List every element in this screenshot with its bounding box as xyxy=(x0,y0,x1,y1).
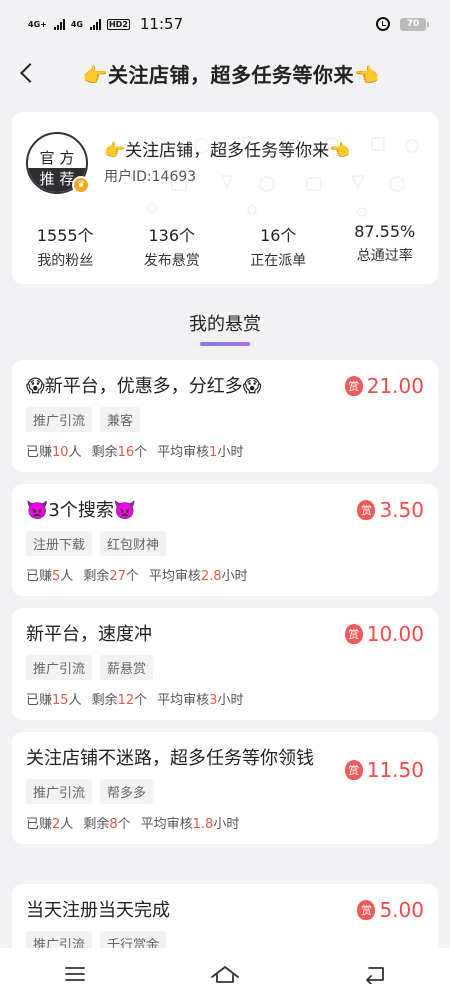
task-title: 新平台，速度冲 xyxy=(26,624,152,645)
hd-voice-icon: HD2 xyxy=(106,18,130,30)
task-tag: 推广引流 xyxy=(26,779,93,804)
task-tag: 注册下载 xyxy=(26,531,93,556)
battery-icon: 70 xyxy=(400,17,429,31)
task-tags: 注册下载 红包财神 xyxy=(26,531,424,556)
stat-label: 我的粉丝 xyxy=(37,253,94,269)
reward-icon: 赏 xyxy=(344,760,363,780)
reward-amount: 3.50 xyxy=(379,498,424,522)
signal-icon-2 xyxy=(89,18,101,30)
section-title: 我的悬赏 xyxy=(189,314,261,335)
reward-amount: 11.50 xyxy=(366,758,424,782)
shop-name: 👉关注店铺，超多任务等你来👈 xyxy=(104,141,351,161)
reward-icon: 赏 xyxy=(344,376,363,396)
task-title: 😱新平台，优惠多，分红多😱 xyxy=(26,376,262,397)
reward-amount: 21.00 xyxy=(366,374,424,398)
stat-published[interactable]: 136个 发布悬赏 xyxy=(119,222,226,270)
task-card[interactable]: 😱新平台，优惠多，分红多😱 赏 21.00 推广引流 兼客 已赚10人 剩余16… xyxy=(12,360,438,472)
return-icon xyxy=(366,967,384,984)
return-button[interactable] xyxy=(355,954,395,994)
task-reward: 赏 21.00 xyxy=(344,374,424,398)
status-right: 70 xyxy=(376,17,429,31)
stat-dispatching[interactable]: 16个 正在派单 xyxy=(225,222,332,270)
meta-review: 平均审核1小时 xyxy=(157,445,244,460)
task-card[interactable]: 👿3个搜索👿 赏 3.50 注册下载 红包财神 已赚5人 剩余27个 平均审核2… xyxy=(12,484,438,596)
alarm-icon xyxy=(376,17,390,31)
task-meta: 已赚2人 剩余8个 平均审核1.8小时 xyxy=(26,813,424,832)
home-icon xyxy=(211,966,239,983)
task-title: 当天注册当天完成 xyxy=(26,900,170,921)
shop-card: 官 方 推 荐 ♛ 👉关注店铺，超多任务等你来👈 用户ID:14693 1555… xyxy=(12,112,438,284)
meta-earned: 已赚5人 xyxy=(26,569,74,584)
meta-remain: 剩余12个 xyxy=(91,693,148,708)
page-title: 👉关注店铺，超多任务等你来👈 xyxy=(82,62,380,87)
chevron-left-icon xyxy=(20,63,40,83)
avatar-text-top: 官 方 xyxy=(39,149,75,167)
task-reward: 赏 11.50 xyxy=(344,758,424,782)
reward-amount: 10.00 xyxy=(366,622,424,646)
meta-remain: 剩余27个 xyxy=(83,569,139,584)
meta-review: 平均审核2.8小时 xyxy=(148,569,248,584)
status-bar: 4G+ 4G HD2 11:57 70 xyxy=(0,0,450,48)
task-tags: 推广引流 兼客 xyxy=(26,407,424,432)
meta-earned: 已赚2人 xyxy=(26,817,74,832)
meta-remain: 剩余8个 xyxy=(83,817,131,832)
status-left: 4G+ 4G HD2 11:57 xyxy=(28,15,183,33)
task-card[interactable]: 新平台，速度冲 赏 10.00 推广引流 薪悬赏 已赚15人 剩余12个 平均审… xyxy=(12,608,438,720)
stat-value: 16个 xyxy=(260,226,297,245)
task-tags: 推广引流 帮多多 xyxy=(26,779,424,804)
task-card[interactable]: 关注店铺不迷路，超多任务等你领钱 赏 11.50 推广引流 帮多多 已赚2人 剩… xyxy=(12,732,438,844)
stat-value: 136个 xyxy=(148,226,196,245)
task-tag: 帮多多 xyxy=(100,779,154,804)
task-tags: 推广引流 千行赏金 xyxy=(26,931,424,948)
task-tag: 薪悬赏 xyxy=(100,655,154,680)
task-reward: 赏 3.50 xyxy=(357,498,424,522)
reward-icon: 赏 xyxy=(344,624,363,644)
reward-amount: 5.00 xyxy=(379,898,424,922)
task-tag: 千行赏金 xyxy=(100,931,167,948)
task-title: 关注店铺不迷路，超多任务等你领钱 xyxy=(26,748,314,769)
reward-icon: 赏 xyxy=(357,500,376,520)
stat-fans[interactable]: 1555个 我的粉丝 xyxy=(12,222,119,270)
task-tag: 推广引流 xyxy=(26,407,93,432)
task-tags: 推广引流 薪悬赏 xyxy=(26,655,424,680)
task-reward: 赏 10.00 xyxy=(344,622,424,646)
meta-earned: 已赚15人 xyxy=(26,693,82,708)
task-tag: 红包财神 xyxy=(100,531,167,556)
stat-label: 正在派单 xyxy=(250,253,307,269)
status-time: 11:57 xyxy=(139,15,184,33)
task-meta: 已赚10人 剩余16个 平均审核1小时 xyxy=(26,441,424,460)
task-meta: 已赚5人 剩余27个 平均审核2.8小时 xyxy=(26,565,424,584)
network-label-1: 4G+ xyxy=(28,19,47,29)
task-card[interactable]: 当天注册当天完成 赏 5.00 推广引流 千行赏金 xyxy=(12,884,438,948)
back-button[interactable] xyxy=(12,58,42,88)
user-id: 用户ID:14693 xyxy=(104,169,197,185)
task-tag: 兼客 xyxy=(100,407,141,432)
stat-pass-rate[interactable]: 87.55% 总通过率 xyxy=(332,222,439,270)
task-tag: 推广引流 xyxy=(26,655,93,680)
reward-icon: 赏 xyxy=(357,900,376,920)
home-button[interactable] xyxy=(205,954,245,994)
crown-icon: ♛ xyxy=(72,176,90,194)
task-tag: 推广引流 xyxy=(26,931,93,948)
section-underline xyxy=(200,342,250,346)
meta-review: 平均审核3小时 xyxy=(157,693,244,708)
menu-icon xyxy=(65,967,85,981)
task-meta: 已赚15人 剩余12个 平均审核3小时 xyxy=(26,689,424,708)
meta-review: 平均审核1.8小时 xyxy=(140,817,240,832)
task-reward: 赏 5.00 xyxy=(357,898,424,922)
shop-stats: 1555个 我的粉丝 136个 发布悬赏 16个 正在派单 87.55% 总通过… xyxy=(12,222,438,270)
stat-label: 总通过率 xyxy=(356,248,413,264)
task-title: 👿3个搜索👿 xyxy=(26,500,137,521)
nav-bar: 👉关注店铺，超多任务等你来👈 xyxy=(0,48,450,98)
network-label-2: 4G xyxy=(70,19,83,29)
stat-value: 87.55% xyxy=(354,222,416,241)
system-nav-bar xyxy=(0,948,450,1000)
meta-remain: 剩余16个 xyxy=(91,445,148,460)
signal-icon xyxy=(53,18,65,30)
stat-label: 发布悬赏 xyxy=(143,253,200,269)
menu-button[interactable] xyxy=(55,954,95,994)
meta-earned: 已赚10人 xyxy=(26,445,82,460)
stat-value: 1555个 xyxy=(36,226,94,245)
